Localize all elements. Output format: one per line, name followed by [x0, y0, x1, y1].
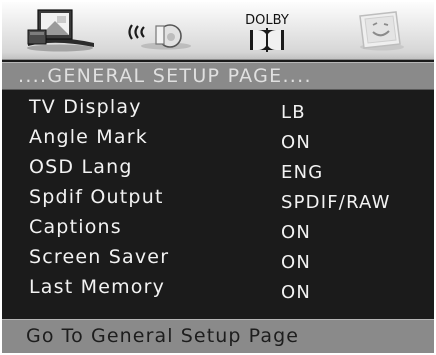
- status-bar: Go To General Setup Page: [2, 319, 434, 353]
- setting-value: ENG: [281, 162, 324, 183]
- setting-row-tv-display[interactable]: TV Display LB: [2, 96, 434, 126]
- setup-tab-bar: DOLBY: [2, 2, 434, 60]
- setting-label: Captions: [29, 216, 122, 238]
- setting-row-angle-mark[interactable]: Angle Mark ON: [2, 126, 434, 156]
- setting-label: Screen Saver: [29, 246, 170, 268]
- setting-value: ON: [281, 282, 312, 303]
- smiley-face-icon: [359, 11, 404, 51]
- speaker-sound-icon: [128, 24, 191, 50]
- audio-setup-tab[interactable]: [124, 6, 198, 56]
- settings-list: TV Display LB Angle Mark ON OSD Lang ENG…: [2, 91, 434, 315]
- setting-label: Spdif Output: [29, 186, 164, 208]
- setting-row-screen-saver[interactable]: Screen Saver ON: [2, 246, 434, 276]
- setting-label: TV Display: [29, 96, 142, 118]
- dolby-logo-icon: DOLBY: [245, 13, 289, 52]
- page-title: ....GENERAL SETUP PAGE....: [2, 62, 434, 90]
- dolby-label: DOLBY: [245, 13, 289, 28]
- setting-row-osd-lang[interactable]: OSD Lang ENG: [2, 156, 434, 186]
- setting-row-last-memory[interactable]: Last Memory ON: [2, 276, 434, 306]
- setting-row-captions[interactable]: Captions ON: [2, 216, 434, 246]
- general-setup-tab[interactable]: [24, 6, 102, 56]
- dolby-setup-tab[interactable]: DOLBY: [238, 6, 298, 56]
- setting-row-spdif-output[interactable]: Spdif Output SPDIF/RAW: [2, 186, 434, 216]
- setting-value: ON: [281, 222, 312, 243]
- setting-label: OSD Lang: [29, 156, 133, 178]
- setting-label: Angle Mark: [29, 126, 148, 148]
- setting-value: ON: [281, 132, 312, 153]
- setting-value: ON: [281, 252, 312, 273]
- tv-display-icon: [27, 9, 94, 52]
- setting-value: SPDIF/RAW: [281, 192, 391, 213]
- preference-tab[interactable]: [352, 6, 410, 56]
- setting-value: LB: [281, 102, 306, 123]
- setting-label: Last Memory: [29, 276, 166, 298]
- setup-menu-screen: DOLBY ....GENERAL SETUP PAGE.... TV Disp…: [2, 2, 434, 353]
